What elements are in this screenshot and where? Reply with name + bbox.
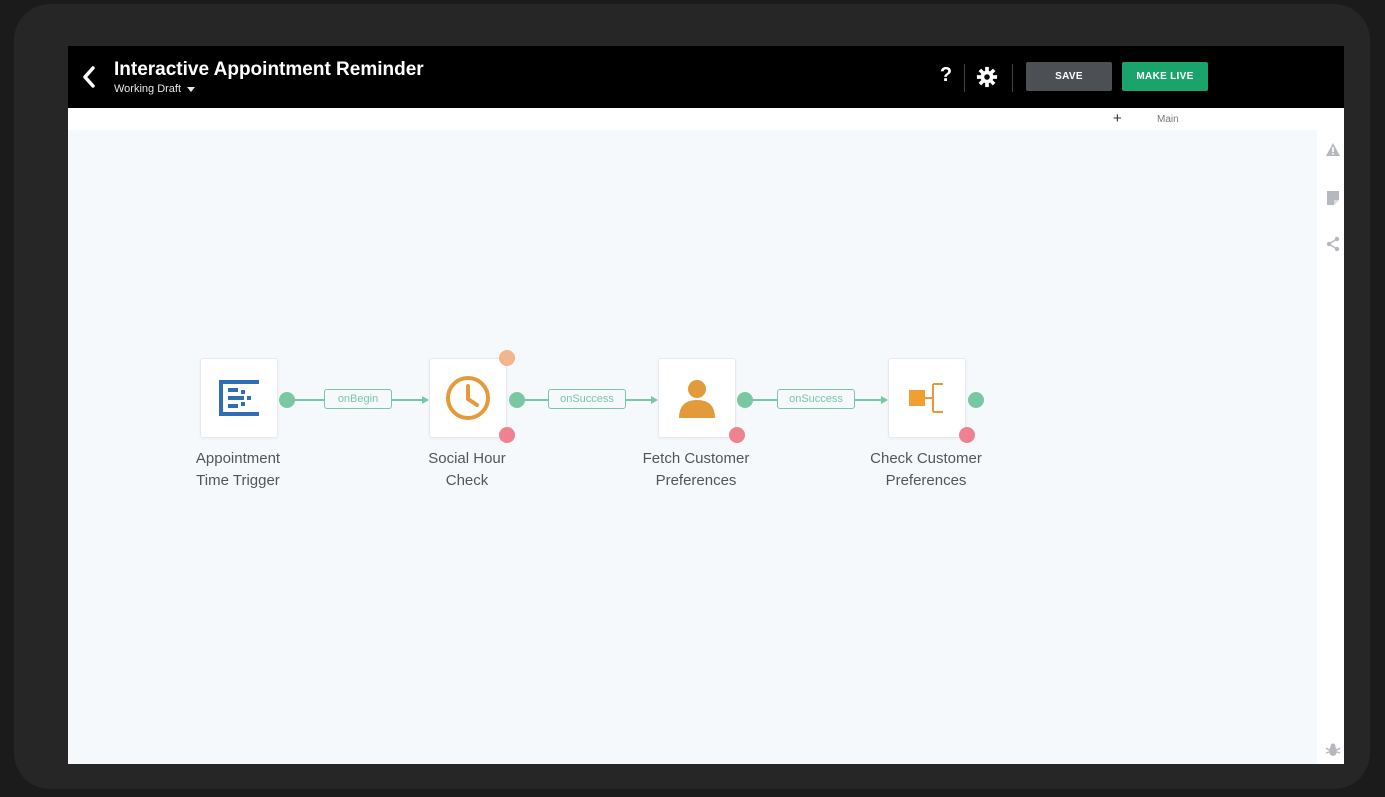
page-title: Interactive Appointment Reminder — [114, 59, 424, 80]
error-port[interactable] — [729, 427, 745, 443]
version-dropdown[interactable]: Working Draft — [114, 83, 196, 95]
error-port[interactable] — [959, 427, 975, 443]
node-label-line: Check — [445, 472, 489, 489]
chevron-left-icon — [83, 66, 95, 88]
trigger-icon — [219, 380, 259, 416]
settings-button[interactable] — [976, 66, 998, 88]
node-label-line: Fetch Customer — [642, 450, 750, 467]
top-bar: Interactive Appointment Reminder Working… — [68, 46, 1344, 108]
node-label: Check Customer Preferences — [856, 448, 996, 492]
edge-label[interactable]: onSuccess — [548, 389, 626, 409]
share-icon[interactable] — [1325, 236, 1341, 252]
note-icon[interactable] — [1325, 190, 1341, 206]
node-check-customer-preferences[interactable] — [888, 358, 966, 438]
warning-icon[interactable] — [1325, 142, 1341, 158]
error-port[interactable] — [499, 427, 515, 443]
arrow-icon — [651, 396, 658, 404]
version-label: Working Draft — [114, 83, 182, 95]
output-port[interactable] — [737, 392, 753, 408]
clock-icon — [446, 376, 490, 420]
gear-icon — [976, 66, 998, 88]
arrow-icon — [422, 396, 429, 404]
right-rail — [1317, 130, 1344, 764]
tab-main[interactable]: Main — [1157, 114, 1179, 125]
node-label-line: Social Hour — [428, 450, 506, 467]
node-label: Social Hour Check — [397, 448, 537, 492]
node-label-line: Check Customer — [870, 450, 982, 467]
divider — [1012, 64, 1013, 92]
node-label: Fetch Customer Preferences — [626, 448, 766, 492]
person-icon — [679, 380, 715, 418]
node-label-line: Preferences — [885, 472, 967, 489]
edge-label[interactable]: onBegin — [324, 389, 392, 409]
app-screen: Interactive Appointment Reminder Working… — [68, 46, 1344, 764]
help-button[interactable]: ? — [936, 64, 956, 87]
save-button[interactable]: SAVE — [1026, 62, 1112, 91]
node-appointment-time-trigger[interactable] — [200, 358, 278, 438]
canvas-toolbar — [68, 108, 1344, 130]
make-live-button[interactable]: MAKE LIVE — [1122, 62, 1208, 91]
edge-label[interactable]: onSuccess — [777, 389, 855, 409]
node-label-line: Appointment — [195, 450, 281, 467]
device-frame: Interactive Appointment Reminder Working… — [14, 4, 1370, 789]
back-button[interactable] — [78, 60, 100, 94]
output-port[interactable] — [279, 392, 295, 408]
divider — [964, 64, 965, 92]
node-label: Appointment Time Trigger — [168, 448, 308, 492]
output-port[interactable] — [968, 392, 984, 408]
node-fetch-customer-preferences[interactable] — [658, 358, 736, 438]
timeout-port[interactable] — [499, 350, 515, 366]
branch-icon — [909, 383, 943, 413]
add-tab-button[interactable]: + — [1113, 110, 1122, 127]
node-label-line: Preferences — [655, 472, 737, 489]
arrow-icon — [881, 396, 888, 404]
caret-down-icon — [187, 86, 196, 92]
output-port[interactable] — [509, 392, 525, 408]
node-label-line: Time Trigger — [196, 472, 280, 489]
node-social-hour-check[interactable] — [429, 358, 507, 438]
bug-icon[interactable] — [1325, 742, 1341, 758]
